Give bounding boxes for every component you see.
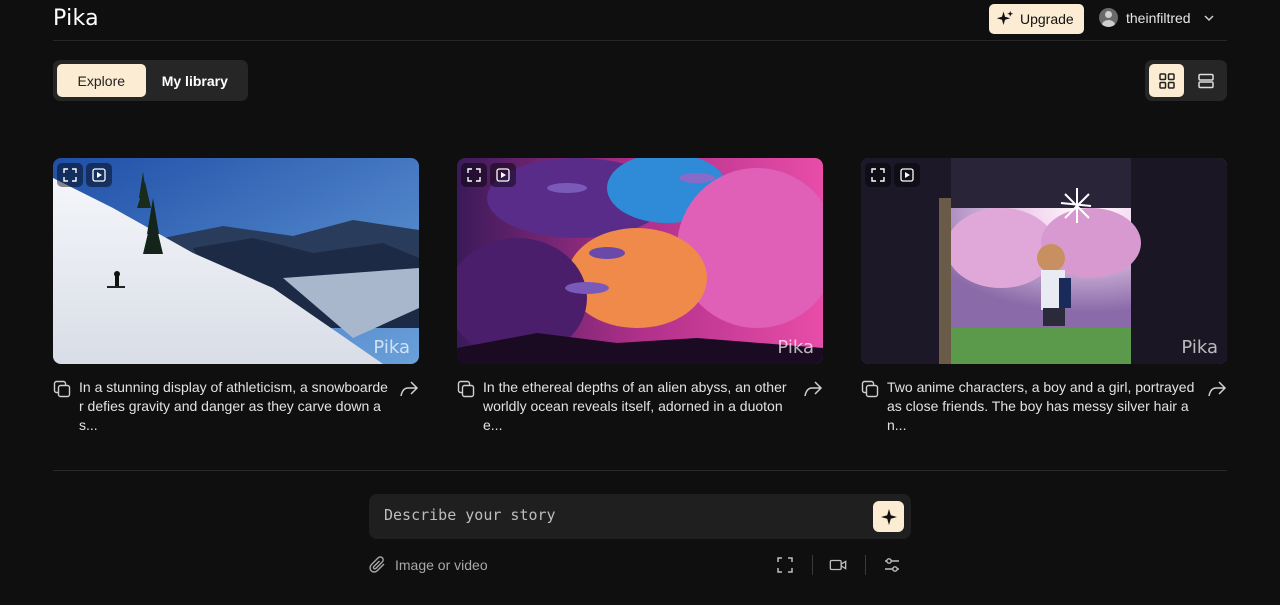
aspect-ratio-button[interactable]	[775, 556, 795, 574]
user-menu[interactable]: theinfiltred	[1099, 8, 1215, 27]
sliders-icon	[885, 558, 899, 572]
top-bar: Pika Upgrade theinfiltred	[53, 0, 1227, 41]
card-caption-row: In the ethereal depths of an alien abyss…	[457, 378, 823, 438]
play-button[interactable]	[894, 163, 920, 187]
story-prompt-input[interactable]	[384, 506, 854, 524]
video-thumbnail[interactable]: Pika	[861, 158, 1227, 364]
username: theinfiltred	[1126, 9, 1191, 26]
play-button[interactable]	[86, 163, 112, 187]
grid-view-icon	[1158, 72, 1175, 89]
section-divider	[53, 470, 1227, 471]
attach-media-button[interactable]: Image or video	[369, 556, 488, 574]
play-button[interactable]	[490, 163, 516, 187]
attach-label: Image or video	[395, 557, 488, 573]
settings-button[interactable]	[882, 556, 902, 574]
expand-icon	[871, 168, 885, 182]
upgrade-button[interactable]: Upgrade	[989, 4, 1084, 34]
generate-button[interactable]	[873, 501, 904, 532]
expand-icon	[63, 168, 77, 182]
video-thumbnail[interactable]: Pika	[457, 158, 823, 364]
video-card: Pika In the ethereal depths of an alien …	[457, 158, 823, 438]
expand-button[interactable]	[461, 163, 487, 187]
tab-my-library[interactable]: My library	[146, 64, 244, 97]
prompt-bar	[369, 494, 911, 539]
anime-scene	[861, 158, 1227, 364]
play-icon	[900, 168, 914, 182]
video-card: Pika Two anime characters, a boy and a g…	[861, 158, 1227, 438]
card-caption: In a stunning display of athleticism, a …	[79, 379, 388, 433]
sparkle-icon	[996, 10, 1014, 25]
expand-button[interactable]	[865, 163, 891, 187]
copy-icon[interactable]	[457, 380, 475, 398]
card-caption: In the ethereal depths of an alien abyss…	[483, 379, 787, 433]
list-view-button[interactable]	[1188, 64, 1223, 97]
list-view-icon	[1197, 73, 1214, 88]
video-camera-icon	[829, 559, 847, 571]
view-toggle	[1145, 60, 1227, 101]
pika-watermark: Pika	[373, 337, 410, 358]
video-card: Pika In a stunning display of athleticis…	[53, 158, 419, 438]
avatar	[1099, 8, 1118, 27]
share-icon[interactable]	[399, 380, 419, 398]
video-options-button[interactable]	[828, 556, 848, 574]
card-caption-row: In a stunning display of athleticism, a …	[53, 378, 419, 438]
toolbar-separator	[865, 555, 866, 575]
share-icon[interactable]	[803, 380, 823, 398]
video-thumbnail[interactable]: Pika	[53, 158, 419, 364]
pika-watermark: Pika	[1181, 337, 1218, 358]
card-caption-row: Two anime characters, a boy and a girl, …	[861, 378, 1227, 438]
card-caption: Two anime characters, a boy and a girl, …	[887, 379, 1195, 433]
library-tabs: Explore My library	[53, 60, 248, 101]
expand-icon	[467, 168, 481, 182]
pika-watermark: Pika	[777, 337, 814, 358]
pika-logo[interactable]: Pika	[53, 6, 99, 31]
copy-icon[interactable]	[861, 380, 879, 398]
copy-icon[interactable]	[53, 380, 71, 398]
share-icon[interactable]	[1207, 380, 1227, 398]
grid-view-button[interactable]	[1149, 64, 1184, 97]
expand-button[interactable]	[57, 163, 83, 187]
sparkle-icon	[880, 508, 897, 525]
tab-explore[interactable]: Explore	[57, 64, 146, 97]
chevron-down-icon	[1204, 14, 1214, 21]
upgrade-label: Upgrade	[1020, 11, 1074, 27]
paperclip-icon	[369, 556, 385, 573]
play-icon	[496, 168, 510, 182]
toolbar-separator	[812, 555, 813, 575]
frame-icon	[777, 557, 793, 573]
alien-ocean-scene	[457, 158, 823, 364]
snowboard-scene	[53, 158, 419, 364]
play-icon	[92, 168, 106, 182]
